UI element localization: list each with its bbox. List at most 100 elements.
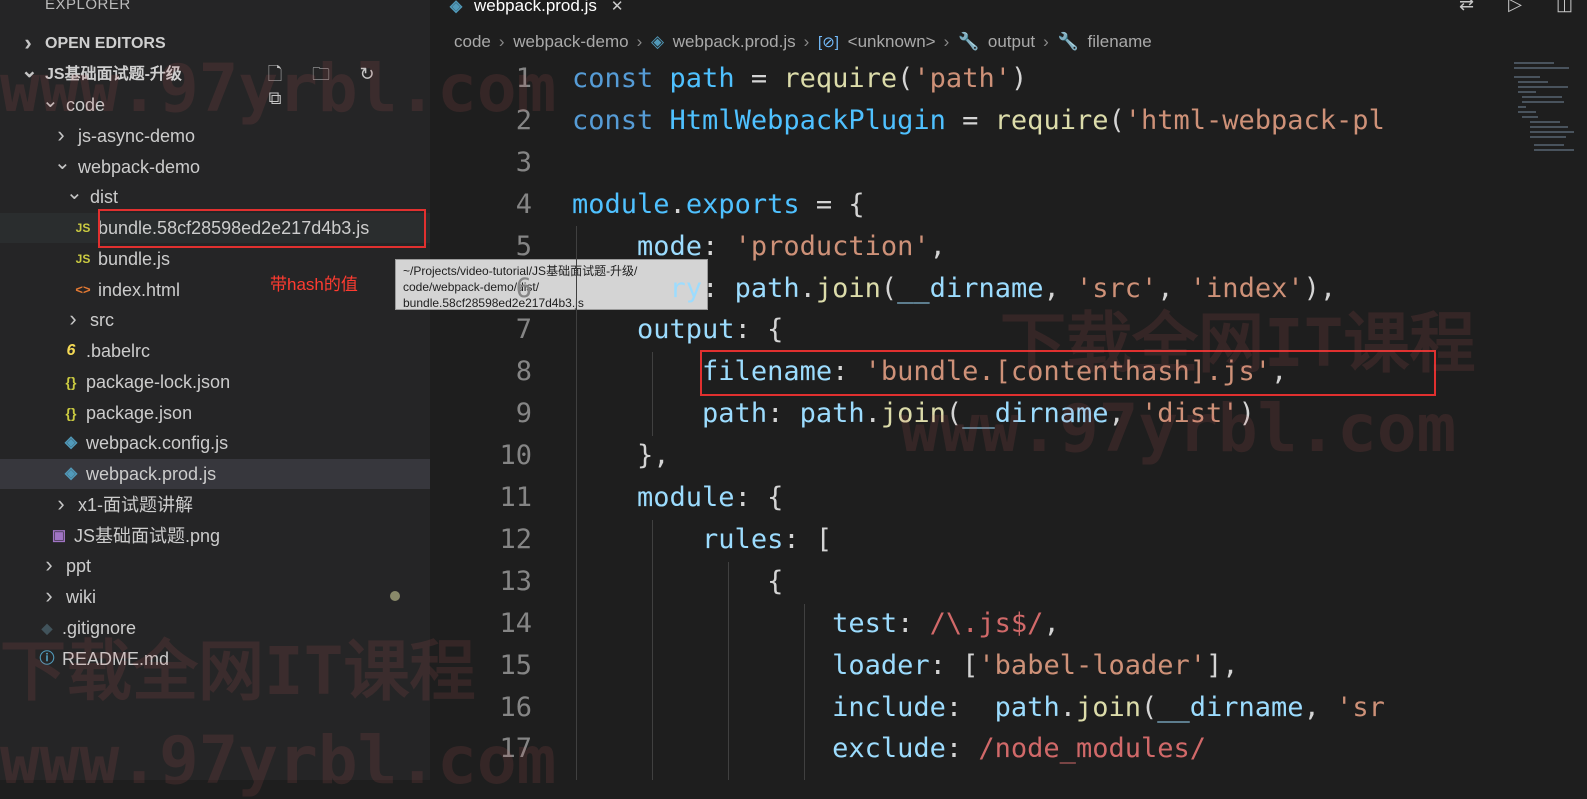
line-number: 14 — [499, 607, 532, 639]
tree-item[interactable]: {} package-lock.json — [0, 367, 430, 397]
breadcrumb-item[interactable]: code — [454, 32, 491, 51]
code-text: const path = require('path') — [572, 58, 1027, 100]
code-text: mode: 'production', — [572, 226, 946, 268]
tree-item[interactable]: dist — [0, 182, 430, 212]
tree-item-label: code — [66, 95, 106, 115]
line-number: 6 — [515, 272, 532, 304]
close-icon[interactable]: ✕ — [611, 0, 624, 15]
line-number: 17 — [499, 733, 532, 765]
line-number: 7 — [515, 314, 532, 346]
js-file-icon: JS — [75, 251, 91, 266]
tree-item[interactable]: js-async-demo — [0, 121, 430, 151]
minimap-line — [1514, 62, 1554, 64]
code-token: 'src' — [1076, 272, 1158, 304]
code-token: test — [832, 607, 898, 639]
tree-item[interactable]: src — [0, 305, 430, 335]
code-line: 15 loader: ['babel-loader'], — [430, 645, 1510, 687]
code-text: }, — [572, 435, 670, 477]
tree-item[interactable]: wiki — [0, 582, 430, 612]
tree-item[interactable]: 6 .babelrc — [0, 336, 430, 366]
tab-label: webpack.prod.js — [474, 0, 597, 15]
code-token: ry — [669, 272, 703, 304]
chevron-down-icon — [54, 152, 68, 183]
tree-item[interactable]: ◈ webpack.prod.js — [0, 459, 430, 489]
info-file-icon: ⓘ — [39, 649, 55, 667]
tree-item[interactable]: {} package.json — [0, 398, 430, 428]
tree-item[interactable]: JS bundle.js — [0, 244, 430, 274]
minimap-line — [1530, 126, 1568, 128]
code-text: include: path.join(__dirname, 'sr — [572, 687, 1385, 729]
breadcrumb-item[interactable]: webpack-demo — [513, 32, 628, 51]
webpack-file-icon: ◈ — [64, 434, 78, 452]
new-file-icon[interactable]: 🗋 — [260, 62, 290, 86]
code-token: : — [897, 607, 930, 639]
code-token: exclude — [832, 733, 946, 765]
code-text: const HtmlWebpackPlugin = require('html-… — [572, 100, 1385, 142]
minimap[interactable] — [1510, 58, 1587, 780]
chevron-right-icon — [54, 490, 68, 522]
code-token: module — [637, 482, 735, 513]
line-number: 4 — [515, 188, 532, 220]
code-line: 16 include: path.join(__dirname, 'sr — [430, 687, 1510, 729]
tree-item[interactable]: ▣ JS基础面试题.png — [0, 521, 430, 551]
new-folder-icon[interactable]: 🗀 — [306, 62, 336, 86]
tree-item[interactable]: code — [0, 90, 430, 120]
code-line: 1 const path = require('path') — [430, 58, 1510, 100]
code-token: , — [1157, 272, 1190, 304]
tree-item-label: ppt — [66, 556, 92, 577]
code-token: . — [1059, 691, 1076, 723]
tree-item[interactable]: ◈ webpack.config.js — [0, 428, 430, 458]
highlight-box-filename — [700, 350, 1436, 396]
webpack-file-icon: ◈ — [650, 32, 665, 51]
tab-webpack-prod[interactable]: ◈ webpack.prod.js ✕ — [446, 0, 624, 20]
split-editor-icon[interactable]: ◫ — [1556, 0, 1573, 14]
code-token: = — [945, 104, 995, 136]
code-token: require — [994, 104, 1109, 136]
breadcrumb-item[interactable]: filename — [1087, 32, 1151, 51]
tree-item[interactable]: ⓘ README.md — [0, 644, 430, 674]
code-token: join — [1075, 691, 1141, 723]
code-text: output: { — [572, 309, 783, 351]
breadcrumb-item[interactable]: <unknown> — [848, 32, 936, 51]
code-token: ( — [945, 398, 963, 430]
tree-item[interactable]: ◆ .gitignore — [0, 613, 430, 643]
code-token: ), — [1303, 272, 1337, 304]
run-icon[interactable]: ▷ — [1508, 0, 1522, 14]
tree-item[interactable]: ppt — [0, 551, 430, 581]
code-token: { — [572, 565, 784, 597]
tree-item[interactable]: x1-面试题讲解 — [0, 490, 430, 520]
tree-item[interactable]: <> index.html — [0, 275, 430, 305]
minimap-line — [1530, 131, 1574, 133]
compare-icon[interactable]: ⇄ — [1459, 0, 1474, 14]
code-token: , — [1043, 607, 1060, 639]
code-token: loader — [832, 649, 930, 681]
symbol-variable-icon: [⊘] — [818, 34, 839, 51]
minimap-line — [1530, 136, 1566, 138]
minimap-line — [1522, 96, 1562, 98]
tree-item-label: .gitignore — [62, 617, 137, 638]
code-editor[interactable]: 1 const path = require('path') 2 const Html… — [430, 58, 1510, 780]
breadcrumb-item[interactable]: output — [988, 32, 1035, 51]
code-line: 7 output: { — [430, 309, 1510, 351]
code-token: = { — [799, 188, 865, 220]
code-line: 4 module.exports = { — [430, 184, 1510, 226]
tree-item-label: index.html — [98, 279, 181, 300]
code-token: include — [832, 691, 946, 723]
minimap-line — [1522, 116, 1538, 118]
code-line: 2 const HtmlWebpackPlugin = require('html… — [430, 100, 1510, 142]
code-token: const — [572, 63, 654, 94]
code-token: 'sr — [1336, 691, 1385, 723]
tree-item[interactable]: webpack-demo — [0, 152, 430, 182]
highlight-box-bundle — [98, 209, 426, 248]
open-editors-section[interactable]: OPEN EDITORS — [0, 29, 430, 59]
code-token: : { — [734, 314, 784, 346]
explorer-sidebar: EXPLORER OPEN EDITORS JS基础面试题-升级 🗋🗀↻⧉ co… — [0, 0, 430, 780]
breadcrumb-item[interactable]: webpack.prod.js — [673, 32, 796, 51]
refresh-icon[interactable]: ↻ — [352, 62, 382, 86]
code-token: __dirname — [897, 272, 1044, 304]
code-token: join — [880, 398, 946, 430]
